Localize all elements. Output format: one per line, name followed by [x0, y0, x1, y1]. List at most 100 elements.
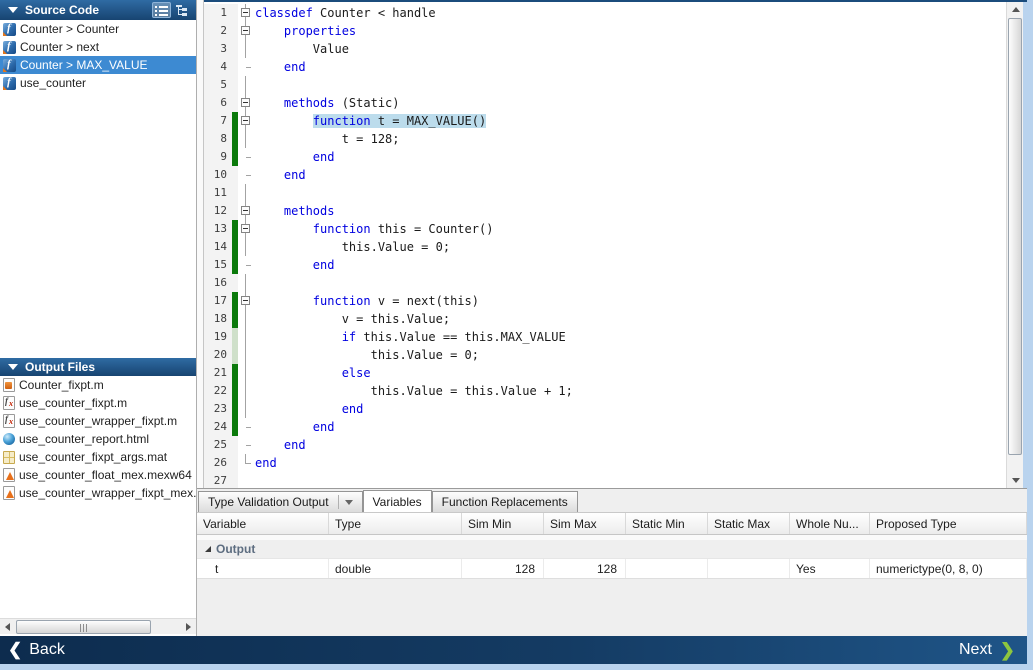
- code-text: else: [255, 364, 1006, 382]
- code-line: 2 properties: [204, 22, 1006, 40]
- code-keyword: end: [284, 168, 306, 182]
- line-number: 22: [204, 382, 232, 400]
- sidebar-item-output-file[interactable]: use_counter_report.html: [0, 430, 196, 448]
- column-header[interactable]: Sim Max: [544, 513, 626, 534]
- fold-collapse-control[interactable]: [238, 94, 255, 112]
- line-number: 11: [204, 184, 232, 202]
- back-button[interactable]: ❮ Back: [8, 640, 65, 660]
- list-view-button[interactable]: [152, 2, 171, 18]
- vertical-splitter[interactable]: [197, 0, 204, 488]
- code-segment: [255, 366, 342, 380]
- code-text: end: [255, 454, 1006, 472]
- tab-separator: [338, 495, 339, 509]
- fold-minus-icon[interactable]: [241, 26, 250, 35]
- code-segment: [255, 438, 284, 452]
- item-label: use_counter_report.html: [19, 432, 149, 446]
- code-line: 15 end: [204, 256, 1006, 274]
- code-line: 14 this.Value = 0;: [204, 238, 1006, 256]
- column-header[interactable]: Whole Nu...: [790, 513, 870, 534]
- code-line: 24 end: [204, 418, 1006, 436]
- code-line: 26end: [204, 454, 1006, 472]
- next-button[interactable]: Next ❯: [959, 640, 1015, 661]
- scrollbar-thumb[interactable]: [16, 620, 151, 634]
- source-code-list: Counter > CounterCounter > nextCounter >…: [0, 20, 196, 92]
- code-line: 20 this.Value = 0;: [204, 346, 1006, 364]
- tab-variables[interactable]: Variables: [363, 490, 432, 512]
- fold-minus-icon[interactable]: [241, 296, 250, 305]
- sidebar-item-output-file[interactable]: use_counter_float_mex.mexw64: [0, 466, 196, 484]
- code-segment: [255, 168, 284, 182]
- output-group-row[interactable]: Output: [197, 540, 1027, 558]
- tree-view-button[interactable]: [173, 2, 192, 18]
- code-line: 9 end: [204, 148, 1006, 166]
- fold-minus-icon[interactable]: [241, 206, 250, 215]
- chevron-down-icon[interactable]: [345, 500, 353, 505]
- code-keyword: end: [342, 402, 364, 416]
- code-text: function this = Counter(): [255, 220, 1006, 238]
- tab-label: Function Replacements: [442, 495, 568, 509]
- code-text: end: [255, 58, 1006, 76]
- mfunction-icon: [3, 414, 15, 428]
- column-header[interactable]: Type: [329, 513, 462, 534]
- sidebar-item-source[interactable]: Counter > Counter: [0, 20, 196, 38]
- code-line: 27: [204, 472, 1006, 488]
- list-view-icon: [155, 5, 168, 16]
- scroll-up-button[interactable]: [1008, 2, 1023, 17]
- sidebar-item-output-file[interactable]: use_counter_fixpt.m: [0, 394, 196, 412]
- mex-icon: [3, 468, 15, 482]
- scroll-down-button[interactable]: [1008, 473, 1023, 488]
- fold-collapse-control[interactable]: [238, 112, 255, 130]
- mex-icon: [3, 486, 15, 500]
- table-cell: 128: [544, 559, 626, 578]
- sidebar-item-output-file[interactable]: use_counter_wrapper_fixpt.m: [0, 412, 196, 430]
- fold-minus-icon[interactable]: [241, 116, 250, 125]
- sidebar-horizontal-scrollbar[interactable]: [0, 618, 196, 634]
- column-header[interactable]: Sim Min: [462, 513, 544, 534]
- fold-minus-icon[interactable]: [241, 8, 250, 17]
- line-number: 16: [204, 274, 232, 292]
- column-header[interactable]: Proposed Type: [870, 513, 1027, 534]
- table-cell: t: [197, 559, 329, 578]
- line-number: 20: [204, 346, 232, 364]
- sidebar-item-output-file[interactable]: use_counter_wrapper_fixpt_mex.m: [0, 484, 196, 502]
- line-number: 21: [204, 364, 232, 382]
- code-keyword: end: [313, 420, 335, 434]
- fold-minus-icon[interactable]: [241, 98, 250, 107]
- fold-collapse-control[interactable]: [238, 22, 255, 40]
- code-segment: this.Value = 0;: [255, 348, 479, 362]
- sidebar-item-source[interactable]: use_counter: [0, 74, 196, 92]
- column-header[interactable]: Static Min: [626, 513, 708, 534]
- code-segment: [255, 402, 342, 416]
- fold-collapse-control[interactable]: [238, 292, 255, 310]
- code-text: [255, 472, 1006, 488]
- item-label: use_counter_fixpt.m: [19, 396, 127, 410]
- sidebar-item-source[interactable]: Counter > MAX_VALUE: [0, 56, 196, 74]
- sidebar-item-output-file[interactable]: Counter_fixpt.m: [0, 376, 196, 394]
- output-files-panel-header[interactable]: Output Files: [0, 358, 196, 376]
- editor-vertical-scrollbar[interactable]: [1006, 2, 1023, 488]
- tab-type-validation-output[interactable]: Type Validation Output: [198, 491, 363, 512]
- code-keyword: properties: [284, 24, 356, 38]
- code-segment: this = Counter(): [371, 222, 494, 236]
- fold-minus-icon[interactable]: [241, 224, 250, 233]
- column-header[interactable]: Static Max: [708, 513, 790, 534]
- line-number: 25: [204, 436, 232, 454]
- scrollbar-thumb[interactable]: [1008, 18, 1022, 455]
- code-line: 16: [204, 274, 1006, 292]
- fold-rail: [238, 130, 255, 148]
- tab-function-replacements[interactable]: Function Replacements: [432, 491, 578, 512]
- arrow-up-icon: [1012, 7, 1020, 12]
- fold-collapse-control[interactable]: [238, 4, 255, 22]
- sidebar-item-source[interactable]: Counter > next: [0, 38, 196, 56]
- code-text: this.Value = this.Value + 1;: [255, 382, 1006, 400]
- column-header[interactable]: Variable: [197, 513, 329, 534]
- source-code-panel-header[interactable]: Source Code: [0, 0, 196, 20]
- sidebar-item-output-file[interactable]: use_counter_fixpt_args.mat: [0, 448, 196, 466]
- code-text: if this.Value == this.MAX_VALUE: [255, 328, 1006, 346]
- fold-collapse-control[interactable]: [238, 202, 255, 220]
- fold-collapse-control[interactable]: [238, 220, 255, 238]
- scroll-left-button[interactable]: [0, 620, 15, 634]
- scroll-right-button[interactable]: [181, 620, 196, 634]
- code-line: 5: [204, 76, 1006, 94]
- table-row[interactable]: tdouble128128Yesnumerictype(0, 8, 0): [197, 558, 1027, 579]
